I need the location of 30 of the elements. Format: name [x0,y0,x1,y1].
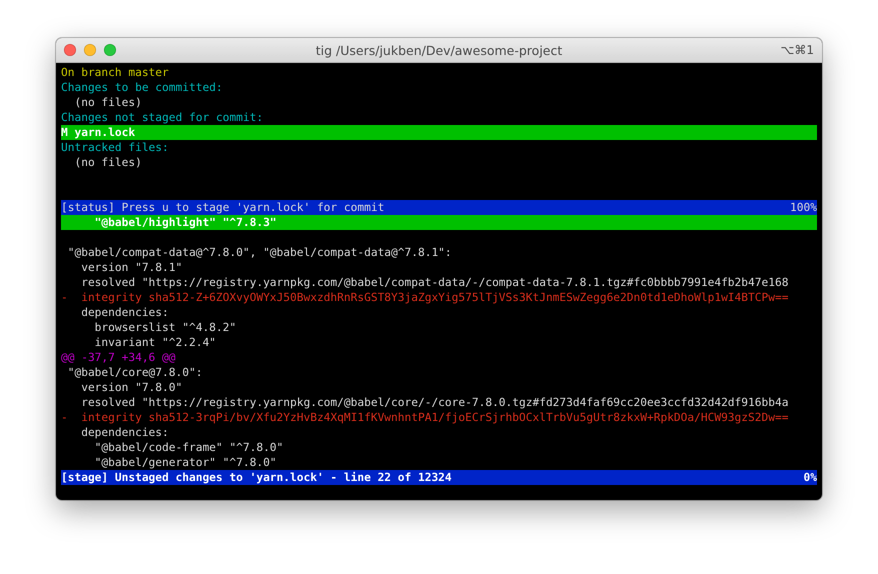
percent-text: 0% [804,470,817,485]
status-text: [stage] Unstaged changes to 'yarn.lock' - line 22 of 12324 [61,470,452,485]
text-line: "@babel/code-frame" "^7.8.0" [94,440,284,455]
text-line: "@babel/core@7.8.0": [66,365,204,380]
text-line: On branch master [61,65,170,80]
text-line: Untracked files: [61,140,170,155]
text-line: "@babel/compat-data@^7.8.0", "@babel/compat-data@^7.8.1": [66,245,453,260]
text-line: Changes not staged for commit: [61,110,264,125]
text-line: version "7.8.0" [80,380,184,395]
text-line: - integrity sha512-3rqPi/bv/Xfu2YzHvBz4XqMI1fKVwnhntPA1/fjoECrSjrhbOCxlTrbVu5gUtr8zkxW+RpkDOa/HCW93gzS2Dw== [61,410,790,425]
text-line: dependencies: [80,425,170,440]
text-line: Changes to be committed: [61,80,224,95]
text-line: version "7.8.1" [80,260,184,275]
status-text: [status] Press u to stage 'yarn.lock' for commit [61,200,384,215]
text-line: - integrity sha512-Z+6ZOXvyOWYxJ50BwxzdhRnRsGST8Y3jaZgxYig575lTjVSs3KtJnmESwZegg6e2Dn0td1eDhoWlp1wI4BTCPw== [61,290,790,305]
text-line: browserslist "^4.8.2" [94,320,238,335]
minimize-icon[interactable] [84,44,96,56]
text-line: dependencies: [80,305,170,320]
zoom-icon[interactable] [104,44,116,56]
text-line: (no files) [73,95,143,110]
text-line: resolved "https://registry.yarnpkg.com/@babel/core/-/core-7.8.0.tgz#fd273d4faf69cc20ee3ccfd32d42df916bb4a [80,395,790,410]
close-icon[interactable] [64,44,76,56]
text-line: invariant "^2.2.4" [94,335,217,350]
window-title: tig /Users/jukben/Dev/awesome-project [316,42,562,58]
text-line: resolved "https://registry.yarnpkg.com/@babel/compat-data/-/compat-data-7.8.1.tgz#fc0bbbb7991e4fb2b47e168 [80,275,790,290]
text-line: @@ -37,7 +34,6 @@ [61,350,177,365]
shortcut-label: ⌥⌘1 [780,43,814,57]
text-line: (no files) [73,155,143,170]
text-line: "@babel/generator" "^7.8.0" [94,455,278,470]
percent-text: 100% [790,200,817,215]
